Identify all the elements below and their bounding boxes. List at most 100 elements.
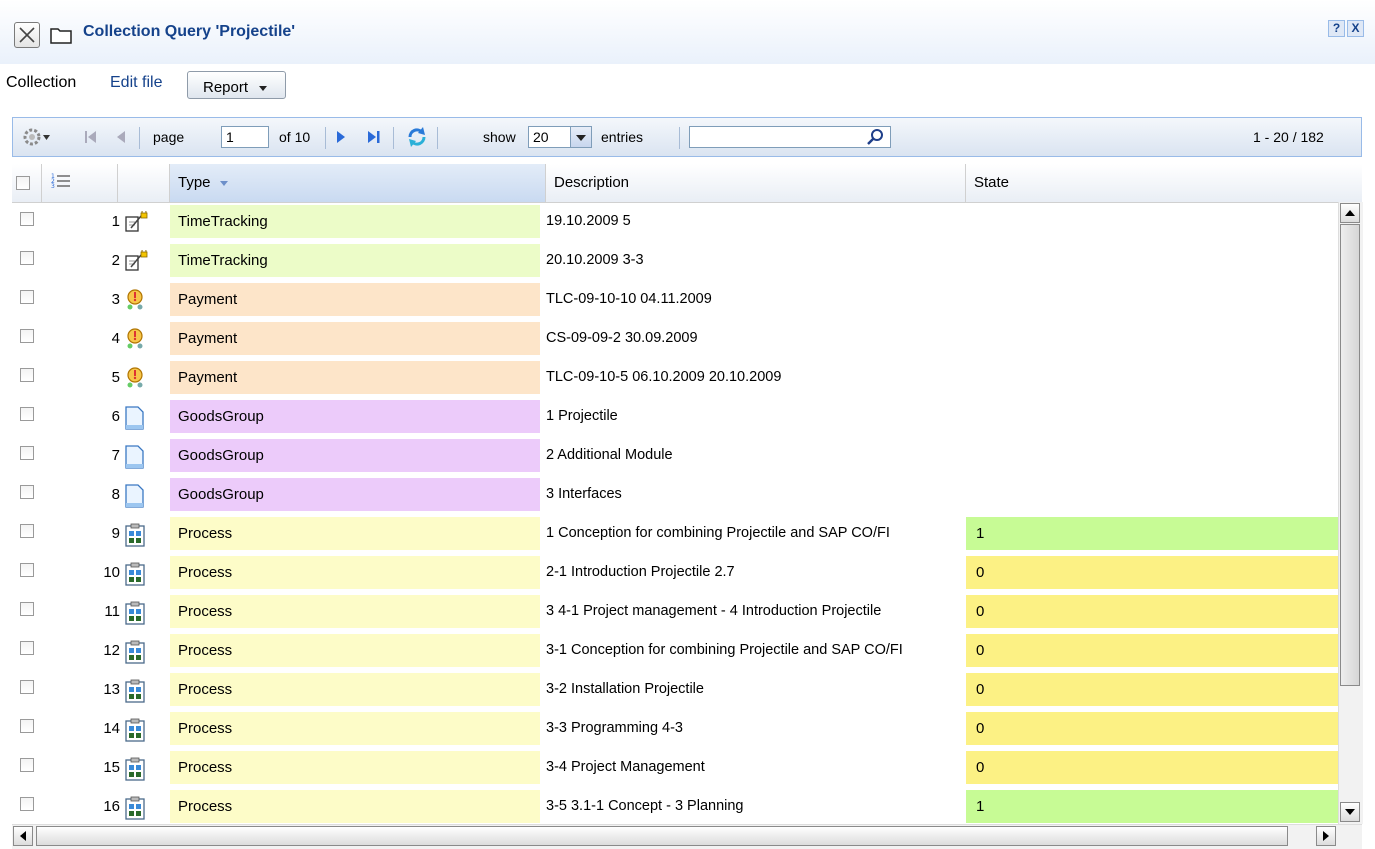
- gear-icon[interactable]: [21, 126, 51, 148]
- vertical-scrollbar[interactable]: [1338, 202, 1363, 824]
- row-checkbox[interactable]: [20, 641, 34, 655]
- state-cell[interactable]: [966, 322, 1338, 355]
- table-row[interactable]: 7 GoodsGroup 2 Additional Module: [12, 436, 1338, 475]
- edit-file-link[interactable]: Edit file: [110, 74, 162, 92]
- row-checkbox[interactable]: [20, 212, 34, 226]
- description-cell[interactable]: 2 Additional Module: [546, 436, 966, 475]
- type-cell[interactable]: Process: [170, 517, 540, 550]
- state-cell[interactable]: [966, 361, 1338, 394]
- table-row[interactable]: 9 Process 1 Conception for combining Proje…: [12, 514, 1338, 553]
- row-checkbox[interactable]: [20, 329, 34, 343]
- table-row[interactable]: 12 Process 3-1 Conception for combining Pr…: [12, 631, 1338, 670]
- report-button[interactable]: Report: [187, 71, 286, 99]
- description-cell[interactable]: 3-3 Programming 4-3: [546, 709, 966, 748]
- close-window-button[interactable]: [14, 22, 40, 48]
- table-row[interactable]: 2 TimeTracking 20.10.2009 3-3: [12, 241, 1338, 280]
- next-page-icon[interactable]: [333, 129, 349, 145]
- close-button[interactable]: X: [1347, 20, 1364, 37]
- type-cell[interactable]: Payment: [170, 322, 540, 355]
- vertical-scroll-thumb[interactable]: [1340, 224, 1360, 686]
- refresh-icon[interactable]: [405, 125, 429, 149]
- type-cell[interactable]: Process: [170, 673, 540, 706]
- chevron-down-icon[interactable]: [570, 127, 591, 147]
- row-checkbox[interactable]: [20, 602, 34, 616]
- row-checkbox[interactable]: [20, 485, 34, 499]
- state-column-header[interactable]: State: [966, 164, 1362, 202]
- description-cell[interactable]: 20.10.2009 3-3: [546, 241, 966, 280]
- description-cell[interactable]: 2-1 Introduction Projectile 2.7: [546, 553, 966, 592]
- state-cell[interactable]: 0: [966, 634, 1338, 667]
- description-cell[interactable]: 3-2 Installation Projectile: [546, 670, 966, 709]
- table-row[interactable]: 16 Process 3-5 3.1-1 Concept - 3 Planning 1: [12, 787, 1338, 824]
- row-checkbox[interactable]: [20, 758, 34, 772]
- description-cell[interactable]: 1 Conception for combining Projectile an…: [546, 514, 966, 553]
- table-row[interactable]: 6 GoodsGroup 1 Projectile: [12, 397, 1338, 436]
- row-checkbox[interactable]: [20, 524, 34, 538]
- type-cell[interactable]: GoodsGroup: [170, 439, 540, 472]
- row-checkbox[interactable]: [20, 563, 34, 577]
- state-cell[interactable]: [966, 244, 1338, 277]
- type-cell[interactable]: Process: [170, 712, 540, 745]
- description-cell[interactable]: CS-09-09-2 30.09.2009: [546, 319, 966, 358]
- state-cell[interactable]: 0: [966, 595, 1338, 628]
- type-cell[interactable]: Process: [170, 634, 540, 667]
- description-cell[interactable]: 3 Interfaces: [546, 475, 966, 514]
- table-row[interactable]: 8 GoodsGroup 3 Interfaces: [12, 475, 1338, 514]
- table-row[interactable]: 13 Process 3-2 Installation Projectile 0: [12, 670, 1338, 709]
- table-row[interactable]: 15 Process 3-4 Project Management 0: [12, 748, 1338, 787]
- state-cell[interactable]: 0: [966, 556, 1338, 589]
- description-cell[interactable]: 3-4 Project Management: [546, 748, 966, 787]
- description-cell[interactable]: TLC-09-10-5 06.10.2009 20.10.2009: [546, 358, 966, 397]
- state-cell[interactable]: 0: [966, 751, 1338, 784]
- state-cell[interactable]: 0: [966, 673, 1338, 706]
- row-checkbox[interactable]: [20, 251, 34, 265]
- row-checkbox[interactable]: [20, 797, 34, 811]
- type-cell[interactable]: Process: [170, 751, 540, 784]
- prev-page-icon[interactable]: [113, 129, 129, 145]
- scroll-up-button[interactable]: [1340, 203, 1360, 223]
- scroll-down-button[interactable]: [1340, 802, 1360, 822]
- type-cell[interactable]: TimeTracking: [170, 205, 540, 238]
- type-cell[interactable]: TimeTracking: [170, 244, 540, 277]
- type-column-header[interactable]: Type: [170, 164, 546, 202]
- table-row[interactable]: 11 Process 3 4-1 Project management - 4 In…: [12, 592, 1338, 631]
- search-icon[interactable]: [859, 126, 891, 148]
- table-row[interactable]: 1 TimeTracking 19.10.2009 5: [12, 202, 1338, 241]
- select-all-checkbox[interactable]: [16, 176, 30, 190]
- scroll-left-button[interactable]: [13, 826, 33, 846]
- type-cell[interactable]: Payment: [170, 283, 540, 316]
- table-row[interactable]: 14 Process 3-3 Programming 4-3 0: [12, 709, 1338, 748]
- first-page-icon[interactable]: [83, 129, 99, 145]
- row-checkbox[interactable]: [20, 290, 34, 304]
- state-cell[interactable]: [966, 400, 1338, 433]
- state-cell[interactable]: 1: [966, 517, 1338, 550]
- type-cell[interactable]: Process: [170, 556, 540, 589]
- description-cell[interactable]: TLC-09-10-10 04.11.2009: [546, 280, 966, 319]
- table-row[interactable]: 4 Payment CS-09-09-2 30.09.2009: [12, 319, 1338, 358]
- row-checkbox[interactable]: [20, 368, 34, 382]
- description-cell[interactable]: 19.10.2009 5: [546, 202, 966, 241]
- type-cell[interactable]: Process: [170, 595, 540, 628]
- table-row[interactable]: 5 Payment TLC-09-10-5 06.10.2009 20.10.200…: [12, 358, 1338, 397]
- description-cell[interactable]: 3 4-1 Project management - 4 Introductio…: [546, 592, 966, 631]
- state-cell[interactable]: [966, 283, 1338, 316]
- horizontal-scroll-thumb[interactable]: [36, 826, 1288, 846]
- description-cell[interactable]: 1 Projectile: [546, 397, 966, 436]
- row-checkbox[interactable]: [20, 446, 34, 460]
- type-cell[interactable]: Process: [170, 790, 540, 823]
- type-cell[interactable]: Payment: [170, 361, 540, 394]
- state-cell[interactable]: [966, 439, 1338, 472]
- state-cell[interactable]: 0: [966, 712, 1338, 745]
- state-cell[interactable]: [966, 478, 1338, 511]
- type-cell[interactable]: GoodsGroup: [170, 400, 540, 433]
- description-column-header[interactable]: Description: [546, 164, 966, 202]
- description-cell[interactable]: 3-5 3.1-1 Concept - 3 Planning: [546, 787, 966, 824]
- row-checkbox[interactable]: [20, 719, 34, 733]
- state-cell[interactable]: 1: [966, 790, 1338, 823]
- row-checkbox[interactable]: [20, 680, 34, 694]
- page-input[interactable]: 1: [221, 126, 269, 148]
- last-page-icon[interactable]: [365, 129, 383, 145]
- state-cell[interactable]: [966, 205, 1338, 238]
- description-cell[interactable]: 3-1 Conception for combining Projectile …: [546, 631, 966, 670]
- type-cell[interactable]: GoodsGroup: [170, 478, 540, 511]
